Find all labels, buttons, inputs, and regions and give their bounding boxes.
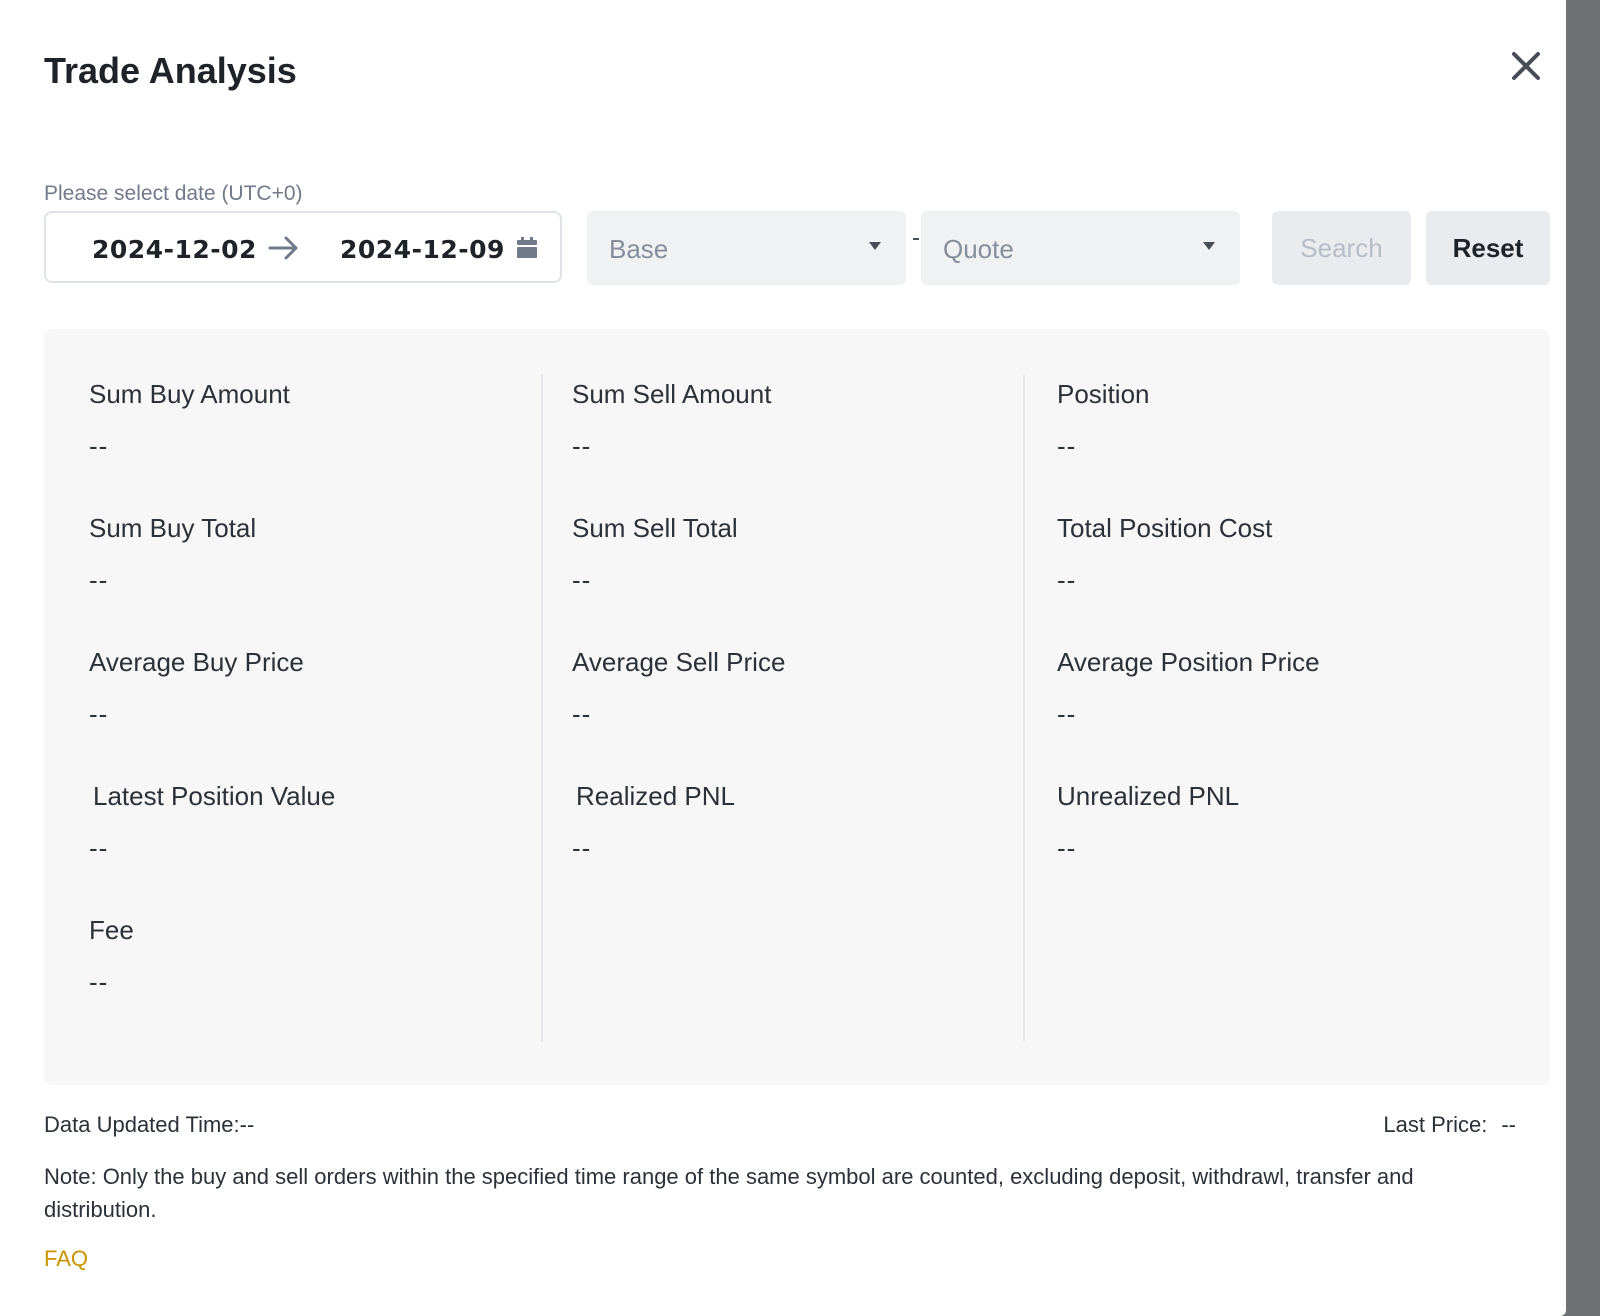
stat-label: Sum Sell Total: [572, 513, 738, 543]
base-select-placeholder: Base: [609, 234, 669, 264]
stat-value: --: [89, 565, 109, 595]
caret-down-icon: [869, 242, 881, 250]
date-label: Please select date (UTC+0): [44, 182, 303, 205]
stat-total-position-cost: Total Position Cost --: [1057, 513, 1272, 596]
stat-unrealized-pnl: Unrealized PNL --: [1057, 781, 1239, 864]
stat-sum-sell-amount: Sum Sell Amount --: [572, 379, 771, 462]
stat-value: --: [572, 699, 592, 729]
stats-panel: Sum Buy Amount -- Sum Sell Amount -- Pos…: [44, 329, 1550, 1085]
stat-realized-pnl: Realized PNL --: [572, 781, 735, 864]
calendar-icon[interactable]: [516, 237, 538, 259]
stat-label: Position: [1057, 379, 1150, 409]
stat-value: --: [89, 967, 109, 997]
stat-latest-position-value: Latest Position Value --: [89, 781, 336, 864]
stat-label: Realized PNL: [576, 781, 735, 811]
column-divider: [541, 374, 543, 1042]
pair-separator: [913, 238, 919, 240]
stat-value: --: [572, 431, 592, 461]
stat-label: Unrealized PNL: [1057, 781, 1240, 811]
caret-down-icon: [1203, 242, 1215, 250]
stat-value: --: [1057, 833, 1077, 863]
stat-value: --: [572, 833, 592, 863]
date-range-picker[interactable]: 2024-12-02 2024-12-09: [44, 211, 562, 283]
quote-select[interactable]: Quote: [921, 211, 1240, 285]
stat-average-position-price: Average Position Price --: [1057, 647, 1320, 730]
stat-value: --: [1057, 431, 1077, 461]
stat-label: Fee: [89, 915, 134, 945]
stat-sum-sell-total: Sum Sell Total --: [572, 513, 738, 596]
trade-analysis-modal: Trade Analysis Please select date (UTC+0…: [0, 0, 1566, 1316]
column-divider: [1023, 374, 1025, 1042]
date-start-input[interactable]: 2024-12-02: [92, 235, 257, 264]
stat-value: --: [1057, 565, 1077, 595]
stat-value: --: [89, 431, 109, 461]
search-button[interactable]: Search: [1272, 211, 1411, 285]
reset-button[interactable]: Reset: [1426, 211, 1550, 285]
last-price-value: --: [1501, 1112, 1516, 1137]
date-end-input[interactable]: 2024-12-09: [340, 235, 505, 264]
stat-label: Sum Sell Amount: [572, 379, 772, 409]
stat-value: --: [572, 565, 592, 595]
modal-title: Trade Analysis: [44, 50, 297, 91]
last-price-label: Last Price:: [1383, 1112, 1488, 1137]
quote-select-placeholder: Quote: [943, 234, 1014, 264]
data-updated-time: Data Updated Time:--: [44, 1112, 255, 1137]
stat-label: Average Position Price: [1057, 647, 1320, 677]
stat-fee: Fee --: [89, 915, 134, 998]
stat-value: --: [89, 699, 109, 729]
note-text: Note: Only the buy and sell orders withi…: [44, 1164, 1414, 1222]
stat-sum-buy-amount: Sum Buy Amount --: [89, 379, 290, 462]
stat-label: Latest Position Value: [93, 781, 336, 811]
stat-label: Average Buy Price: [89, 647, 304, 677]
stat-average-sell-price: Average Sell Price --: [572, 647, 785, 730]
base-select[interactable]: Base: [587, 211, 906, 285]
close-icon: [1512, 52, 1540, 80]
stat-position: Position --: [1057, 379, 1150, 462]
stat-label: Sum Buy Amount: [89, 379, 290, 409]
arrow-right-icon: [268, 236, 298, 260]
stat-label: Total Position Cost: [1057, 513, 1273, 543]
stat-label: Average Sell Price: [572, 647, 786, 677]
stat-sum-buy-total: Sum Buy Total --: [89, 513, 256, 596]
stat-average-buy-price: Average Buy Price --: [89, 647, 304, 730]
stat-value: --: [1057, 699, 1077, 729]
close-button[interactable]: [1508, 48, 1544, 84]
stat-label: Sum Buy Total: [89, 513, 257, 543]
last-price: Last Price: --: [1383, 1112, 1516, 1138]
faq-link[interactable]: FAQ: [44, 1246, 88, 1272]
stat-value: --: [89, 833, 109, 863]
